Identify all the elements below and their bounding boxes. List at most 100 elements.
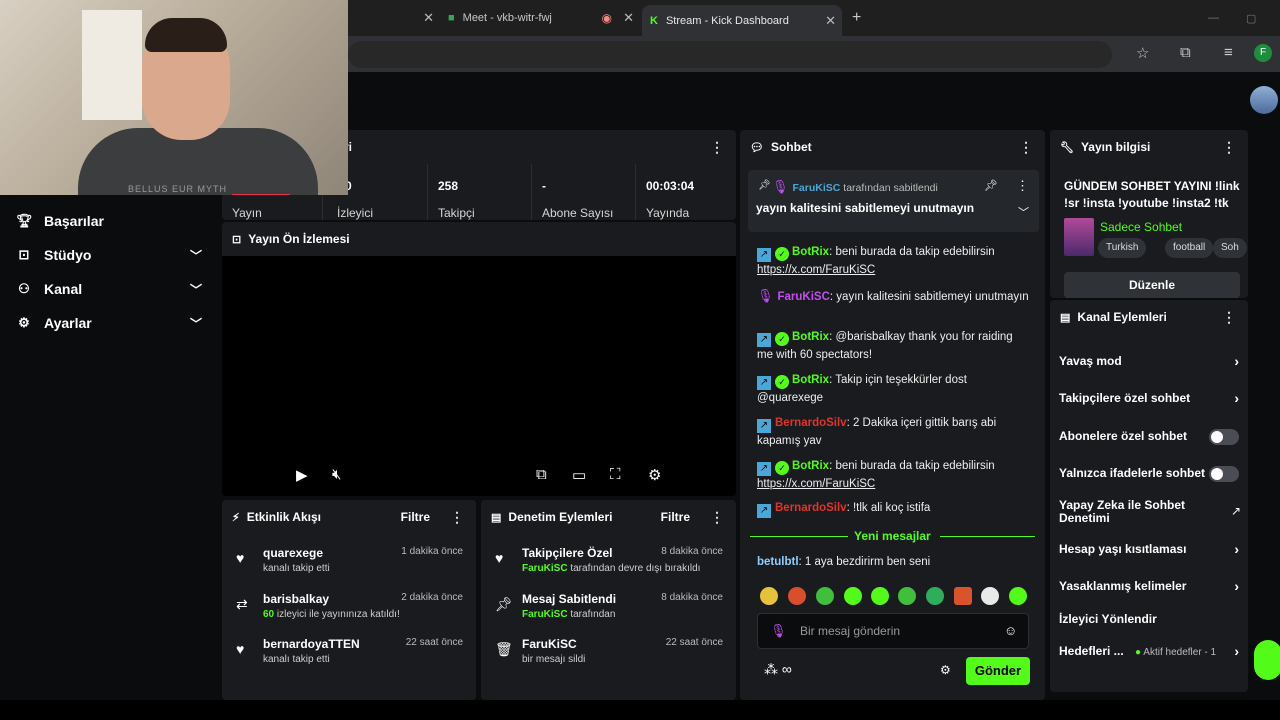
list-item[interactable]: ⇄ barisbalkay 60 izleyici ile yayınınıza… xyxy=(222,590,476,634)
unpin-icon[interactable]: 📌︎ xyxy=(984,179,998,192)
subscribers-only-toggle[interactable] xyxy=(1209,429,1239,445)
sidebar-item-channel[interactable]: ⚇ Kanal ﹀ xyxy=(0,274,218,304)
filter-button[interactable]: Filtre xyxy=(401,510,430,524)
list-item[interactable]: ♥ Takipçilere Özel FaruKiSC tarafından d… xyxy=(481,544,736,588)
new-tab-button[interactable]: + xyxy=(852,5,872,31)
info-title: Yayın bilgisi xyxy=(1080,140,1151,154)
close-tab-icon[interactable]: ✕ xyxy=(423,10,434,26)
emote-icon[interactable] xyxy=(1009,587,1027,605)
chat-message[interactable]: ↗ ✓ BotRix: beni burada da takip edebilirs… xyxy=(757,458,1029,493)
emote-only-action[interactable]: Yalnızca ifadelerle sohbet xyxy=(1059,466,1241,482)
close-tab-icon[interactable]: ✕ xyxy=(623,10,634,26)
pip-icon[interactable]: ⧉ xyxy=(536,466,547,483)
banned-words-action[interactable]: Yasaklanmış kelimeler › xyxy=(1059,579,1241,593)
sidebar-item-achievements[interactable]: 🏆︎ Başarılar xyxy=(0,206,218,236)
emote-icon[interactable] xyxy=(844,587,862,605)
right-edge-panel xyxy=(1254,128,1280,700)
chat-link[interactable]: https://x.com/FaruKiSC xyxy=(757,478,875,490)
list-item[interactable]: ♥ quarexege kanalı takip etti 1 dakika ö… xyxy=(222,544,476,588)
emote-icon[interactable] xyxy=(898,587,916,605)
category-name[interactable]: Sadece Sohbet xyxy=(1100,220,1182,234)
floating-action-button[interactable] xyxy=(1254,640,1280,680)
user-avatar[interactable] xyxy=(1250,86,1278,114)
new-messages-divider[interactable]: Yeni mesajlar xyxy=(750,529,1035,543)
play-icon[interactable]: ▶ xyxy=(296,466,308,484)
chat-username[interactable]: BotRix xyxy=(792,460,829,472)
chat-message[interactable]: ↗ ✓ BotRix: Takip için teşekkürler dost @q… xyxy=(757,372,1029,407)
send-button[interactable]: Gönder xyxy=(966,657,1030,685)
edit-button[interactable]: Düzenle xyxy=(1064,272,1240,298)
more-options-icon[interactable]: ⋮ xyxy=(710,139,724,156)
chat-message[interactable]: ↗ ✓ BotRix: @barisbalkay thank you for rai… xyxy=(757,329,1029,364)
filter-button[interactable]: Filtre xyxy=(661,510,690,524)
more-options-icon[interactable]: ⋮ xyxy=(450,509,464,526)
account-age-action[interactable]: Hesap yaşı kısıtlaması › xyxy=(1059,542,1241,556)
fullscreen-icon[interactable]: ⛶ xyxy=(610,466,621,483)
chat-message[interactable]: ↗ ✓ BotRix: beni burada da takip edebilirs… xyxy=(757,244,1029,279)
mod-mic-icon: 🎙︎ xyxy=(757,288,774,303)
mod-time: 8 dakika önce xyxy=(661,592,723,603)
emote-only-toggle[interactable] xyxy=(1209,466,1239,482)
goals-action[interactable]: Hedefleri ... ● Aktif hedefler - 1 › xyxy=(1059,644,1241,658)
chevron-down-icon[interactable]: ﹀ xyxy=(1018,204,1029,220)
chat-username[interactable]: BotRix xyxy=(792,246,829,258)
wrench-icon: 🔧︎ xyxy=(1060,141,1074,154)
profile-avatar[interactable]: F xyxy=(1254,44,1272,62)
subscribers-only-action[interactable]: Abonelere özel sohbet xyxy=(1059,429,1241,445)
emote-icon[interactable] xyxy=(760,587,778,605)
preview-video[interactable] xyxy=(222,256,736,496)
star-icon[interactable]: ☆ xyxy=(1136,44,1149,62)
close-tab-icon[interactable]: ✕ xyxy=(825,13,836,29)
extensions-icon[interactable]: ⧉ xyxy=(1180,44,1191,61)
chat-input[interactable]: 🎙︎ Bir mesaj gönderin ☺ xyxy=(757,613,1029,649)
list-item[interactable]: 🗑︎ FaruKiSC bir mesajı sildi 22 saat önc… xyxy=(481,635,736,679)
list-item[interactable]: 📌︎ Mesaj Sabitlendi FaruKiSC tarafından … xyxy=(481,590,736,634)
chat-username[interactable]: FaruKiSC xyxy=(778,291,830,303)
emote-icon[interactable] xyxy=(926,587,944,605)
followers-only-action[interactable]: Takipçilere özel sohbet › xyxy=(1059,391,1241,405)
sidebar-item-settings[interactable]: ⚙ Ayarlar ﹀ xyxy=(0,308,218,338)
gear-icon[interactable]: ⚙ xyxy=(940,663,951,677)
browser-tab-kick[interactable]: K Stream - Kick Dashboard ✕ xyxy=(642,5,842,36)
theater-icon[interactable]: ▭ xyxy=(572,466,586,484)
chat-username[interactable]: BotRix xyxy=(792,331,829,343)
sidebar-item-studio[interactable]: ⊡ Stüdyo ﹀ xyxy=(0,240,218,270)
emote-icon[interactable] xyxy=(954,587,972,605)
chat-username[interactable]: betulbtl xyxy=(757,556,799,568)
more-options-icon[interactable]: ⋮ xyxy=(1222,309,1236,326)
chat-message[interactable]: betulbtl: 1 aya bezdirirm ben seni xyxy=(757,554,1029,571)
chat-message[interactable]: 🎙︎ FaruKiSC: yayın kalitesini sabitlemeyi… xyxy=(757,287,1029,306)
reading-list-icon[interactable]: ≡ xyxy=(1224,44,1233,61)
stat-label: Takipçi xyxy=(438,206,475,220)
stat-label: Yayında xyxy=(646,206,690,220)
more-options-icon[interactable]: ⋮ xyxy=(1019,139,1033,156)
emote-icon[interactable] xyxy=(816,587,834,605)
browser-tab[interactable]: ✕ xyxy=(340,5,440,31)
list-item[interactable]: ♥ bernardoyaTTEN kanalı takip etti 22 sa… xyxy=(222,635,476,679)
chat-username[interactable]: BernardoSilv xyxy=(775,502,847,514)
chat-message[interactable]: ↗ BernardoSilv: !tlk ali koç istifa xyxy=(757,500,1029,518)
more-options-icon[interactable]: ⋮ xyxy=(1222,139,1236,156)
chat-link[interactable]: https://x.com/FaruKiSC xyxy=(757,264,875,276)
chat-username[interactable]: BotRix xyxy=(792,374,829,386)
emote-icon[interactable] xyxy=(981,587,999,605)
emote-icon[interactable] xyxy=(871,587,889,605)
more-options-icon[interactable]: ⋮ xyxy=(710,509,724,526)
gear-icon[interactable]: ⚙ xyxy=(648,466,661,484)
chat-message[interactable]: ↗ BernardoSilv: 2 Dakika içeri gittik bar… xyxy=(757,415,1029,450)
pinned-message[interactable]: 📌︎ 🎙︎ FaruKiSC tarafından sabitlendi 📌︎ ⋮… xyxy=(748,170,1039,232)
more-options-icon[interactable]: ⋮ xyxy=(1016,178,1029,194)
emote-icon[interactable] xyxy=(788,587,806,605)
url-field[interactable] xyxy=(348,41,1112,68)
maximize-icon[interactable]: ▢ xyxy=(1246,5,1260,31)
slow-mode-action[interactable]: Yavaş mod › xyxy=(1059,354,1241,368)
host-action[interactable]: İzleyici Yönlendir xyxy=(1059,613,1241,626)
mute-icon[interactable]: 🔇︎ xyxy=(332,466,341,483)
ai-moderation-action[interactable]: Yapay Zeka ile Sohbet Denetimi xyxy=(1059,499,1209,525)
sidebar-item-label: Başarılar xyxy=(44,213,104,229)
chat-username[interactable]: BernardoSilv xyxy=(775,417,847,429)
minimize-icon[interactable]: — xyxy=(1208,5,1222,31)
emoji-icon[interactable]: ☺ xyxy=(1004,623,1017,638)
browser-tab-meet[interactable]: ■ Meet - vkb-witr-fwj ◉ ✕ xyxy=(444,5,640,31)
points-icon[interactable]: ⁂ ∞ xyxy=(764,661,792,678)
